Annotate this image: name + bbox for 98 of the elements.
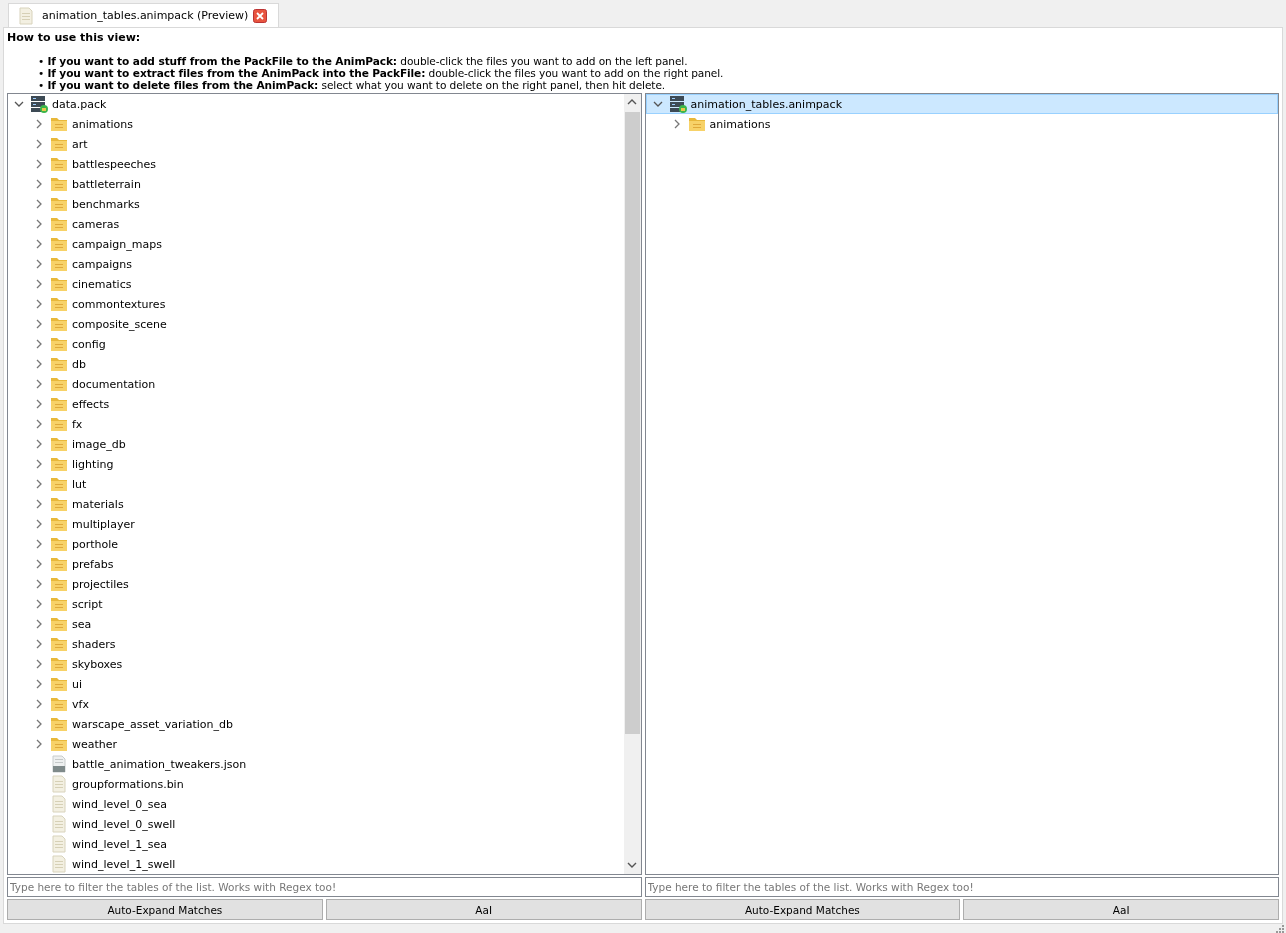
tree-item[interactable]: campaigns (8, 254, 624, 274)
folder-icon (50, 395, 68, 413)
tree-item[interactable]: materials (8, 494, 624, 514)
help-title: How to use this view: (7, 30, 142, 46)
file-icon (50, 855, 68, 873)
file-icon (50, 775, 68, 793)
folder-icon (50, 235, 68, 253)
folder-icon (50, 255, 68, 273)
tree-item[interactable]: animations (8, 114, 624, 134)
folder-icon (50, 715, 68, 733)
folder-icon (50, 575, 68, 593)
folder-icon (50, 515, 68, 533)
file-icon (50, 815, 68, 833)
folder-icon (50, 295, 68, 313)
resize-grip-icon[interactable] (1276, 925, 1284, 933)
folder-icon (687, 115, 706, 133)
tree-item[interactable]: data.pack (8, 94, 624, 114)
folder-icon (50, 335, 68, 353)
tree-item[interactable]: animation_tables.animpack (645, 94, 1278, 114)
folder-icon (50, 155, 68, 173)
tree-item[interactable]: battleterrain (8, 174, 624, 194)
tree-item[interactable]: wind_level_1_sea (8, 834, 624, 854)
folder-icon (50, 735, 68, 753)
folder-icon (50, 475, 68, 493)
tree-item[interactable]: effects (8, 394, 624, 414)
tree-item[interactable]: prefabs (8, 554, 624, 574)
tree-item[interactable]: lighting (8, 454, 624, 474)
folder-icon (50, 355, 68, 373)
scrollbar[interactable] (623, 94, 641, 874)
filter-field[interactable]: Type here to filter the tables of the list. Works with Regex too! (7, 877, 642, 897)
tree-item[interactable]: multiplayer (8, 514, 624, 534)
tree-item[interactable]: art (8, 134, 624, 154)
folder-icon (50, 695, 68, 713)
pack-icon (30, 95, 48, 113)
folder-icon (50, 635, 68, 653)
tree-item[interactable]: campaign_maps (8, 234, 624, 254)
tree-item[interactable]: wind_level_1_swell (8, 854, 624, 874)
tree-item[interactable]: benchmarks (8, 194, 624, 214)
tree-item[interactable]: ui (8, 674, 624, 694)
tree-item[interactable]: documentation (8, 374, 624, 394)
tree-item[interactable]: animations (645, 114, 1278, 134)
tree-item[interactable]: vfx (8, 694, 624, 714)
file-icon (50, 835, 68, 853)
tree-item[interactable]: battle_animation_tweakers.json (8, 754, 624, 774)
folder-icon (50, 315, 68, 333)
tree-item[interactable]: script (8, 594, 624, 614)
tree-item[interactable]: battlespeeches (8, 154, 624, 174)
tree-item[interactable]: warscape_asset_variation_db (8, 714, 624, 734)
button[interactable]: Auto-Expand Matches (644, 899, 961, 920)
file-icon (50, 795, 68, 813)
folder-icon (50, 435, 68, 453)
tree-item[interactable]: commontextures (8, 294, 624, 314)
text-file-icon (50, 755, 68, 773)
scrollbar-thumb[interactable] (624, 112, 640, 734)
tree-item[interactable]: wind_level_0_sea (8, 794, 624, 814)
folder-icon (50, 655, 68, 673)
tree-item[interactable]: config (8, 334, 624, 354)
folder-icon (50, 595, 68, 613)
folder-icon (50, 215, 68, 233)
file-icon (17, 6, 35, 25)
folder-icon (50, 675, 68, 693)
instruction-text: • If you want to extract files from the AnimPack into the PackFile: double-click the files you want to add on the right panel. (38, 67, 725, 79)
button[interactable]: AaI (325, 899, 642, 920)
folder-icon (50, 415, 68, 433)
folder-icon (50, 115, 68, 133)
tree-item[interactable]: lut (8, 474, 624, 494)
tree-item[interactable]: fx (8, 414, 624, 434)
tree-item[interactable]: image_db (8, 434, 624, 454)
folder-icon (50, 555, 68, 573)
folder-icon (50, 495, 68, 513)
folder-icon (50, 535, 68, 553)
filter-field[interactable]: Type here to filter the tables of the list. Works with Regex too! (644, 877, 1279, 897)
tree-item[interactable]: shaders (8, 634, 624, 654)
tree-item[interactable]: skyboxes (8, 654, 624, 674)
pack-icon (668, 95, 687, 113)
instruction-text: • If you want to delete files from the AnimPack: select what you want to delete on the right panel, then hit delete. (38, 79, 667, 91)
button[interactable]: Auto-Expand Matches (7, 899, 323, 920)
tree-item[interactable]: cinematics (8, 274, 624, 294)
folder-icon (50, 455, 68, 473)
close-icon[interactable] (253, 8, 268, 23)
tree-item[interactable]: weather (8, 734, 624, 754)
tree-item[interactable]: db (8, 354, 624, 374)
folder-icon (50, 175, 68, 193)
tree-item[interactable]: sea (8, 614, 624, 634)
tree-item[interactable]: projectiles (8, 574, 624, 594)
tree-item[interactable]: groupformations.bin (8, 774, 624, 794)
button[interactable]: AaI (963, 899, 1279, 920)
instruction-text: • If you want to add stuff from the PackFile to the AnimPack: double-click the files you want to add on the left panel. (38, 55, 689, 67)
folder-icon (50, 135, 68, 153)
tree-item[interactable]: composite_scene (8, 314, 624, 334)
tab[interactable]: animation_tables.animpack (Preview) (8, 3, 280, 27)
folder-icon (50, 275, 68, 293)
folder-icon (50, 195, 68, 213)
tree-item[interactable]: wind_level_0_swell (8, 814, 624, 834)
folder-icon (50, 615, 68, 633)
tree-item[interactable]: cameras (8, 214, 624, 234)
tree-item[interactable]: porthole (8, 534, 624, 554)
folder-icon (50, 375, 68, 393)
